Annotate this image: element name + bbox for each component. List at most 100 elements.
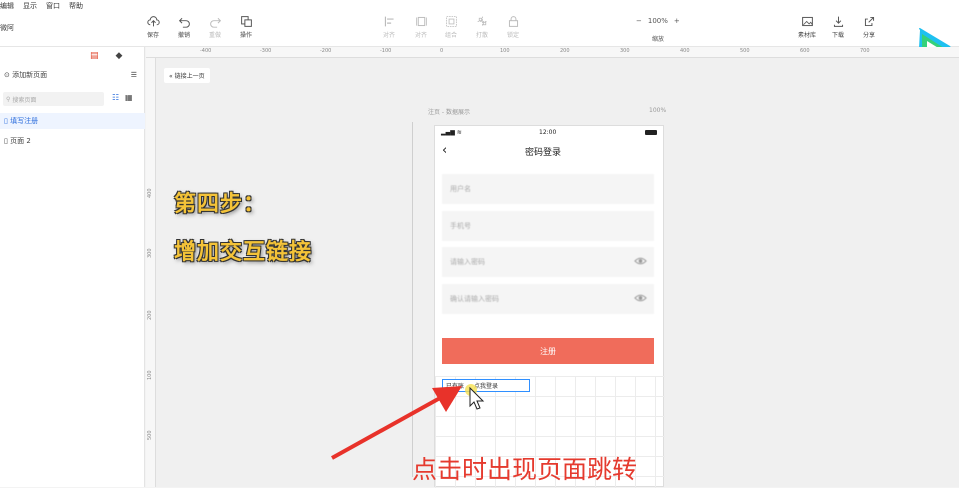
image-icon xyxy=(801,16,813,27)
eye-icon[interactable] xyxy=(634,293,647,303)
confirm-password-placeholder: 确认请输入密码 xyxy=(450,295,499,303)
phone-artboard[interactable]: ▂▄▆ ≋ 12:00 ‹ 密码登录 用户名 手机号 请输入密码 确认请输入密码… xyxy=(434,125,665,488)
settings-lines-icon[interactable]: ☰ xyxy=(131,71,137,79)
sidebar-item-page-1[interactable]: ▯ 填写注册 xyxy=(0,113,145,129)
phone-field[interactable]: 手机号 xyxy=(442,211,654,241)
pages-sidebar: ▤ ◆ ⊙ 添加新页面 ☰ ⚲ 搜索页面 ☷ ▦ ▯ 填写注册 ▯ 页面 2 xyxy=(0,47,145,487)
ruler-tick: 400 xyxy=(147,188,153,198)
menu-edit[interactable]: 编辑 xyxy=(0,1,14,11)
share-button[interactable]: 分享 xyxy=(856,15,882,39)
register-button[interactable]: 注册 xyxy=(442,338,654,364)
redo-icon xyxy=(209,17,221,28)
username-field[interactable]: 用户名 xyxy=(442,174,654,204)
assets-label: 素材库 xyxy=(797,32,816,39)
distribute-label: 对齐 xyxy=(414,32,427,39)
zoom-control: − 100% + xyxy=(636,17,680,25)
assets-button[interactable]: 素材库 xyxy=(794,15,820,39)
ruler-tick: 500 xyxy=(147,430,153,440)
align-button[interactable]: 对齐 xyxy=(376,15,402,39)
undo-icon xyxy=(178,17,190,28)
page-search-input[interactable]: ⚲ 搜索页面 xyxy=(3,92,104,106)
cursor-icon xyxy=(465,384,485,410)
ungroup-icon xyxy=(477,16,487,27)
ruler-tick: 0 xyxy=(440,48,444,54)
ungroup-button[interactable]: 打散 xyxy=(469,15,495,39)
download-icon xyxy=(833,16,843,27)
layers-tab-icon[interactable]: ◆ xyxy=(116,51,123,61)
ruler-tick: 100 xyxy=(147,370,153,380)
artboard-title: 注页 - 数据展示 xyxy=(428,109,470,116)
undo-button[interactable]: 撤销 xyxy=(171,15,197,39)
nav-bar: ‹ 密码登录 xyxy=(435,140,665,164)
grid-view-icon[interactable]: ▦ xyxy=(125,93,133,102)
project-title: 微阿 xyxy=(0,24,14,32)
page-icon: ▯ xyxy=(4,137,8,145)
phone-placeholder: 手机号 xyxy=(450,222,471,230)
design-canvas[interactable]: -400 -300 -200 -100 0 100 200 300 400 50… xyxy=(146,47,959,488)
password-placeholder: 请输入密码 xyxy=(450,258,485,266)
username-placeholder: 用户名 xyxy=(450,185,471,193)
zoom-label: 缩放 xyxy=(652,36,665,43)
pages-tab-icon[interactable]: ▤ xyxy=(90,51,99,61)
search-placeholder: 搜索页面 xyxy=(12,96,37,104)
lock-button[interactable]: 锁定 xyxy=(500,15,526,39)
vertical-ruler: 400 300 200 100 500 xyxy=(146,58,156,487)
ruler-tick: 600 xyxy=(800,48,810,54)
signal-icon: ▂▄▆ ≋ xyxy=(441,129,462,136)
add-page-button[interactable]: ⊙ 添加新页面 xyxy=(4,70,47,80)
redo-button[interactable]: 重做 xyxy=(202,15,228,39)
artboard-zoom: 100% xyxy=(649,107,667,114)
step-heading-line2: 增加交互链接 xyxy=(174,240,313,265)
ruler-tick: -100 xyxy=(380,48,392,54)
lock-label: 锁定 xyxy=(506,32,519,39)
ruler-tick: 200 xyxy=(560,48,570,54)
zoom-in-button[interactable]: + xyxy=(674,17,680,25)
status-bar: ▂▄▆ ≋ 12:00 xyxy=(435,126,665,140)
link-previous-page-button[interactable]: « 链接上一页 xyxy=(164,68,210,83)
add-circle-icon: ⊙ xyxy=(4,71,10,79)
cloud-upload-icon xyxy=(146,16,160,27)
zoom-value: 100% xyxy=(647,17,668,25)
toolbar: 微阿 保存 撤销 重做 操作 对齐 对齐 组合 打散 锁定 − 100% + 缩… xyxy=(0,11,959,47)
add-page-row[interactable]: ⊙ 添加新页面 ☰ xyxy=(0,67,145,83)
save-label: 保存 xyxy=(146,32,159,39)
ruler-tick: 700 xyxy=(860,48,870,54)
horizontal-ruler: -400 -300 -200 -100 0 100 200 300 400 50… xyxy=(146,47,959,58)
menu-bar: 编辑 显示 窗口 帮助 xyxy=(0,0,959,11)
back-chevron-icon[interactable]: ‹ xyxy=(442,143,447,158)
page-icon: ▯ xyxy=(4,117,8,125)
download-button[interactable]: 下载 xyxy=(825,15,851,39)
menu-help[interactable]: 帮助 xyxy=(69,1,83,11)
copy-icon xyxy=(240,16,252,27)
operate-button[interactable]: 操作 xyxy=(233,15,259,39)
battery-icon xyxy=(645,130,657,135)
ruler-tick: 200 xyxy=(147,310,153,320)
page-2-label: 页面 2 xyxy=(10,137,31,145)
ruler-tick: 300 xyxy=(620,48,630,54)
step-heading-line1: 第四步： xyxy=(174,192,267,217)
confirm-password-field[interactable]: 确认请输入密码 xyxy=(442,284,654,314)
ruler-tick: 400 xyxy=(680,48,690,54)
distribute-icon xyxy=(415,16,427,27)
page-1-label: 填写注册 xyxy=(10,117,39,125)
redo-label: 重做 xyxy=(208,32,221,39)
menu-window[interactable]: 窗口 xyxy=(46,1,60,11)
distribute-button[interactable]: 对齐 xyxy=(408,15,434,39)
ruler-tick: -200 xyxy=(320,48,332,54)
operate-label: 操作 xyxy=(239,32,252,39)
status-time: 12:00 xyxy=(539,129,557,136)
align-icon xyxy=(384,16,394,27)
list-view-icon[interactable]: ☷ xyxy=(112,93,119,102)
sidebar-item-page-2[interactable]: ▯ 页面 2 xyxy=(0,133,145,149)
ruler-tick: 500 xyxy=(740,48,750,54)
menu-view[interactable]: 显示 xyxy=(23,1,37,11)
save-button[interactable]: 保存 xyxy=(140,15,166,39)
ruler-tick: 100 xyxy=(500,48,510,54)
group-button[interactable]: 组合 xyxy=(438,15,464,39)
lock-icon xyxy=(508,16,518,27)
eye-icon[interactable] xyxy=(634,256,647,266)
ungroup-label: 打散 xyxy=(475,32,488,39)
search-icon: ⚲ xyxy=(6,95,11,103)
password-field[interactable]: 请输入密码 xyxy=(442,247,654,277)
zoom-out-button[interactable]: − xyxy=(636,17,642,25)
